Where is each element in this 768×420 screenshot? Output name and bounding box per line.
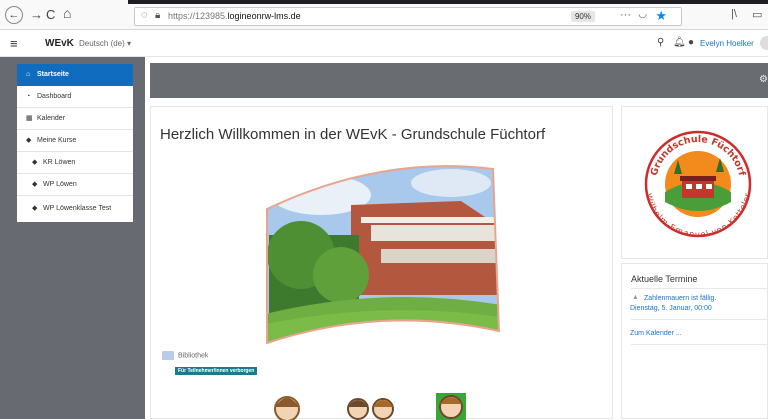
teacher-icon: [436, 393, 466, 420]
divider: [631, 288, 768, 289]
avatar[interactable]: [760, 36, 768, 50]
back-icon[interactable]: ←: [5, 6, 23, 24]
sidebar-item-dashboard[interactable]: ◔ Dashboard: [17, 86, 133, 108]
main-region: Herzlich Willkommen in der WEvK - Grunds…: [150, 106, 613, 420]
search-icon[interactable]: ⚲: [657, 37, 664, 48]
calendar-icon: ▦: [26, 115, 33, 122]
tab-strip: [128, 0, 768, 4]
sidebar-item-kr-loewen[interactable]: ◆ KR Löwen: [17, 152, 133, 174]
lock-icon[interactable]: 🔒︎: [155, 10, 160, 21]
gear-icon[interactable]: ⚙: [759, 74, 768, 85]
calendar-link[interactable]: Zum Kalender ...: [630, 330, 682, 337]
page-actions-icon[interactable]: ···: [620, 9, 631, 21]
school-photo: [266, 165, 501, 345]
divider: [631, 319, 768, 320]
sidebar-item-meine-kurse[interactable]: ◆ Meine Kurse: [17, 130, 133, 152]
nav-drawer: ⌂ Startseite ◔ Dashboard ▦ Kalender ◆ Meine …: [0, 57, 145, 419]
graduation-cap-icon: ◆: [26, 137, 32, 144]
persona-icons: [274, 393, 466, 420]
url-text[interactable]: https://123985.logineonrw-lms.de: [168, 11, 301, 21]
sidebar-icon[interactable]: ▭: [752, 8, 762, 21]
event-link[interactable]: Zahlenmauern ist fällig.: [644, 295, 716, 302]
library-icon[interactable]: |\: [731, 8, 737, 20]
url-bar[interactable]: ◌ 🔒︎ https://123985.logineonrw-lms.de 90…: [134, 7, 682, 26]
school-logo: Grundschule Füchtorf Wilhelm-Emanuel-von…: [644, 130, 752, 239]
hidden-badge: Für Teilnehmer/innen verborgen: [175, 367, 258, 375]
bookmark-star-icon[interactable]: ★: [655, 8, 667, 24]
sidebar-item-startseite[interactable]: ⌂ Startseite: [17, 64, 133, 86]
browser-toolbar: ← → C ⌂ ◌ 🔒︎ https://123985.logineonrw-l…: [0, 0, 768, 30]
event-date[interactable]: Dienstag, 5. Januar, 00:00: [630, 305, 712, 312]
hamburger-menu-icon[interactable]: ≡: [10, 36, 18, 51]
library-link[interactable]: Bibliothek: [162, 351, 208, 360]
events-title: Aktuelle Termine: [631, 274, 698, 284]
pupils-icon: [347, 398, 394, 420]
folder-icon: [162, 351, 174, 360]
site-brand[interactable]: WEvK: [45, 38, 74, 49]
sidebar-item-wp-loewenklasse-test[interactable]: ◆ WP Löwenklasse Test: [17, 196, 133, 222]
graduation-cap-icon: ◆: [32, 159, 38, 166]
logo-block: Grundschule Füchtorf Wilhelm-Emanuel-von…: [621, 106, 768, 259]
sidebar-item-wp-loewen[interactable]: ◆ WP Löwen: [17, 174, 133, 196]
site-info-icon[interactable]: ◌: [141, 9, 148, 21]
reload-icon[interactable]: C: [46, 8, 55, 22]
divider: [631, 344, 768, 345]
page-title: Herzlich Willkommen in der WEvK - Grunds…: [160, 126, 546, 143]
zoom-level[interactable]: 90%: [570, 11, 595, 22]
bell-icon[interactable]: 🔔︎: [673, 37, 686, 48]
language-menu[interactable]: Deutsch (de) ▾: [79, 39, 131, 48]
upcoming-events-block: Aktuelle Termine ▲ Zahlenmauern ist fäll…: [621, 263, 768, 419]
page-header: ⚙: [150, 63, 768, 98]
home-icon: ⌂: [26, 71, 31, 78]
forward-icon[interactable]: →: [30, 8, 43, 22]
student-icon: [274, 396, 300, 420]
dashboard-icon: ◔: [26, 93, 31, 100]
home-icon[interactable]: ⌂: [63, 6, 71, 20]
graduation-cap-icon: ◆: [32, 205, 38, 212]
pocket-icon[interactable]: ◡: [638, 9, 647, 20]
graduation-cap-icon: ◆: [32, 181, 38, 188]
drawer-menu: ⌂ Startseite ◔ Dashboard ▦ Kalender ◆ Meine …: [17, 64, 133, 222]
message-icon[interactable]: ●: [688, 37, 694, 48]
site-navbar: ≡ WEvK Deutsch (de) ▾ ⚲ 🔔︎ ● Evelyn Hoel…: [0, 31, 768, 57]
user-menu[interactable]: Evelyn Hoelker: [700, 39, 754, 48]
sidebar-item-kalender[interactable]: ▦ Kalender: [17, 108, 133, 130]
assignment-icon: ▲: [632, 294, 639, 301]
